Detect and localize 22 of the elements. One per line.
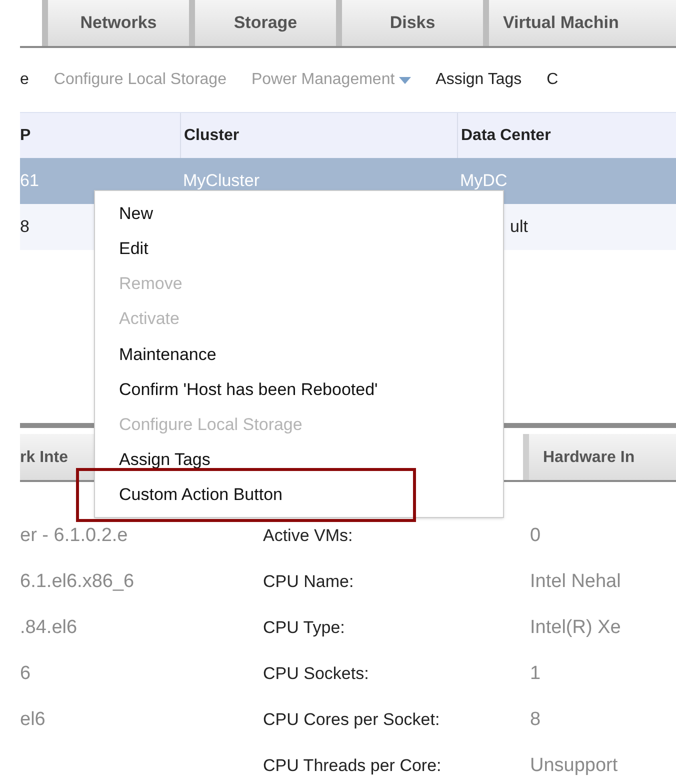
detail-value: .84.el6 (20, 616, 78, 640)
field-value: Intel Nehal (530, 570, 621, 594)
field-label: CPU Name: (263, 571, 354, 594)
detail-value: 6 (20, 662, 31, 686)
field-value: 1 (530, 662, 541, 686)
field-label: Active VMs: (263, 525, 353, 548)
field-value: 0 (530, 524, 541, 548)
field-label: CPU Sockets: (263, 663, 369, 686)
field-label: CPU Type: (263, 617, 345, 640)
detail-value: el6 (20, 708, 46, 732)
field-label: CPU Cores per Socket: (263, 709, 440, 732)
table-cell-text: ult (509, 216, 528, 238)
table-cell-text: MyCluster (183, 170, 260, 192)
field-label: CPU Threads per Core: (263, 755, 442, 778)
field-value: Intel(R) Xe (530, 616, 621, 640)
field-value: Unsupport (530, 754, 618, 778)
table-cell-text: 8 (20, 216, 30, 238)
table-cell-text: 61 (20, 170, 39, 192)
table-cell-text: MyDC (460, 170, 508, 192)
detail-value: 6.1.el6.x86_6 (20, 570, 134, 594)
field-value: 8 (530, 708, 541, 732)
detail-value: er - 6.1.0.2.e (20, 524, 128, 548)
